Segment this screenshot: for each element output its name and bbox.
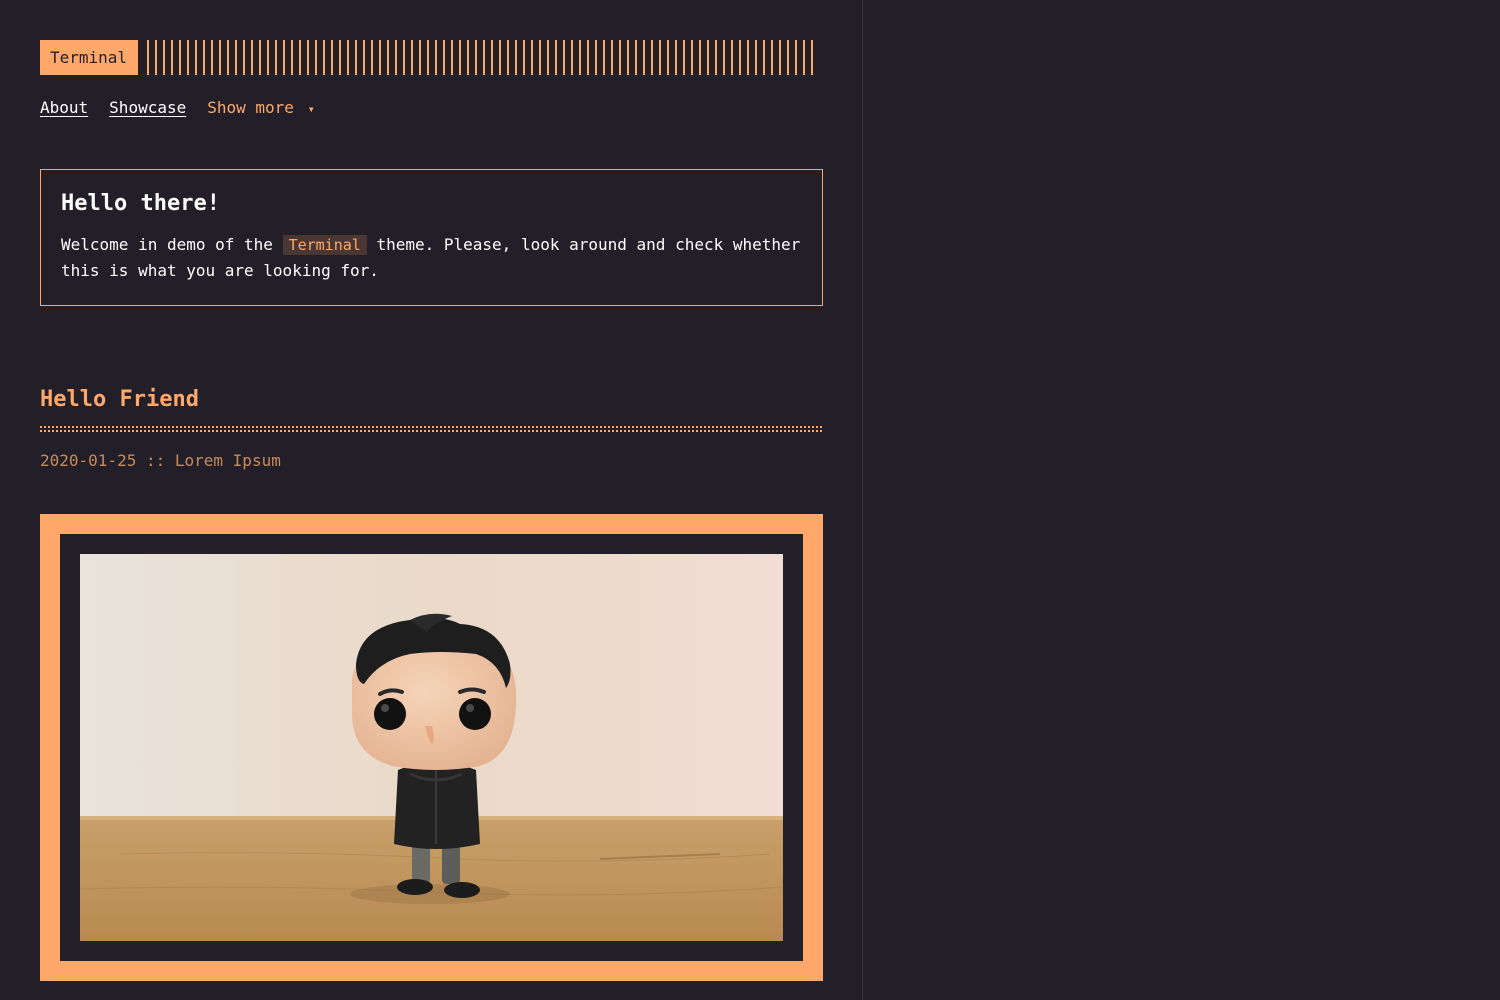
intro-text-before: Welcome in demo of the xyxy=(61,235,283,254)
caret-down-icon: ▾ xyxy=(307,101,315,116)
column-divider xyxy=(862,0,863,1000)
inline-code: Terminal xyxy=(282,235,367,255)
post: Hello Friend 2020-01-25 :: Lorem Ipsum xyxy=(40,386,823,981)
post-cover-image xyxy=(80,554,783,941)
show-more-menu[interactable]: Show more ▾ xyxy=(207,98,315,117)
main-container: Terminal About Showcase Show more ▾ Hell… xyxy=(40,40,823,981)
intro-title: Hello there! xyxy=(61,191,220,216)
post-date: 2020-01-25 xyxy=(40,451,137,470)
nav-item-about[interactable]: About xyxy=(40,98,88,117)
post-title[interactable]: Hello Friend xyxy=(40,386,823,414)
post-meta-separator: :: xyxy=(145,451,166,470)
nav-item-showcase[interactable]: Showcase xyxy=(109,98,186,117)
post-title-underline xyxy=(40,426,823,432)
intro-box: Hello there! Welcome in demo of the Term… xyxy=(40,169,823,306)
post-cover-frame xyxy=(40,514,823,981)
intro-text: Welcome in demo of the Terminal theme. P… xyxy=(61,232,802,283)
main-nav: About Showcase Show more ▾ xyxy=(40,97,823,117)
post-cover-inner xyxy=(60,534,803,961)
show-more-label: Show more xyxy=(207,97,294,117)
post-author: Lorem Ipsum xyxy=(174,451,281,470)
site-header: Terminal About Showcase Show more ▾ xyxy=(40,40,823,117)
header-row: Terminal xyxy=(40,40,823,75)
logo-bars-decoration xyxy=(147,40,820,75)
post-meta: 2020-01-25 :: Lorem Ipsum xyxy=(40,451,823,471)
site-logo[interactable]: Terminal xyxy=(40,40,139,75)
